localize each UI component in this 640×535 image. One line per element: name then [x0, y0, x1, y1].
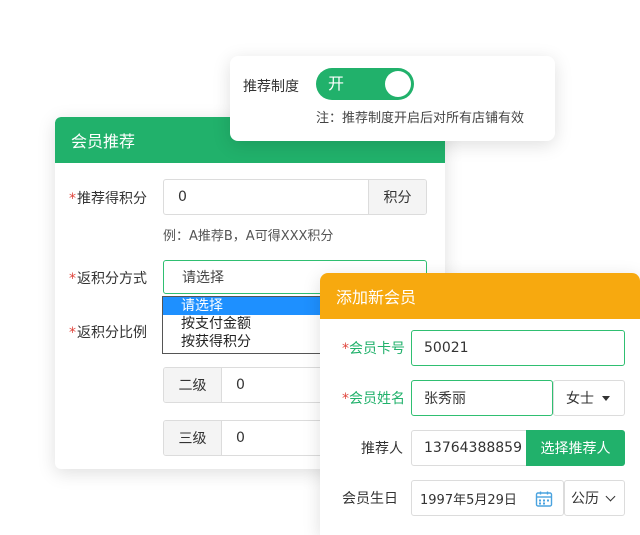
birthday-input[interactable]: 1997年5月29日 [411, 480, 564, 516]
method-dropdown-list: 请选择 按支付金额 按获得积分 [162, 296, 332, 354]
referrer-label: 推荐人 [361, 441, 403, 457]
gender-select[interactable]: 女士 [553, 380, 625, 416]
ratio-label: *返积分比例 [69, 325, 147, 341]
caret-down-icon [602, 395, 610, 401]
calendar-type-select[interactable]: 公历 [564, 480, 625, 516]
gender-value: 女士 [566, 391, 594, 407]
points-unit-addon: 积分 [368, 180, 426, 214]
add-member-title: 添加新会员 [320, 273, 640, 319]
recommend-system-note: 注：推荐制度开启后对所有店铺有效 [316, 111, 525, 126]
method-option-by-points[interactable]: 按获得积分 [163, 333, 331, 351]
recommend-system-label: 推荐制度 [243, 79, 299, 95]
method-option-please-select[interactable]: 请选择 [163, 297, 331, 315]
method-label: *返积分方式 [69, 271, 147, 287]
method-option-by-payment[interactable]: 按支付金额 [163, 315, 331, 333]
birthday-label: 会员生日 [342, 491, 398, 507]
birthday-value: 1997年5月29日 [420, 492, 517, 508]
points-input-group: 0 积分 [163, 179, 427, 215]
member-name-input[interactable]: 张秀丽 [411, 380, 553, 416]
points-example-hint: 例：A推荐B，A可得XXX积分 [163, 229, 334, 244]
level-two-addon: 二级 [164, 368, 222, 402]
points-input[interactable]: 0 [164, 180, 368, 214]
referrer-input[interactable]: 13764388859 [411, 430, 527, 466]
card-number-input[interactable]: 50021 [411, 330, 625, 366]
recommend-system-toggle[interactable]: 开 [316, 68, 414, 100]
toggle-knob [385, 71, 411, 97]
member-name-label: *会员姓名 [342, 391, 405, 407]
level-three-addon: 三级 [164, 421, 222, 455]
chevron-down-icon [605, 491, 616, 501]
add-member-card: 添加新会员 *会员卡号 50021 *会员姓名 张秀丽 女士 推荐人 13764… [320, 273, 640, 535]
recommend-system-popup: 推荐制度 开 注：推荐制度开启后对所有店铺有效 [230, 56, 555, 141]
select-referrer-button[interactable]: 选择推荐人 [526, 430, 625, 466]
toggle-on-label: 开 [328, 74, 345, 93]
card-number-label: *会员卡号 [342, 341, 405, 357]
calendar-type-value: 公历 [571, 491, 599, 507]
points-label: *推荐得积分 [69, 191, 147, 207]
calendar-icon[interactable] [535, 490, 553, 508]
